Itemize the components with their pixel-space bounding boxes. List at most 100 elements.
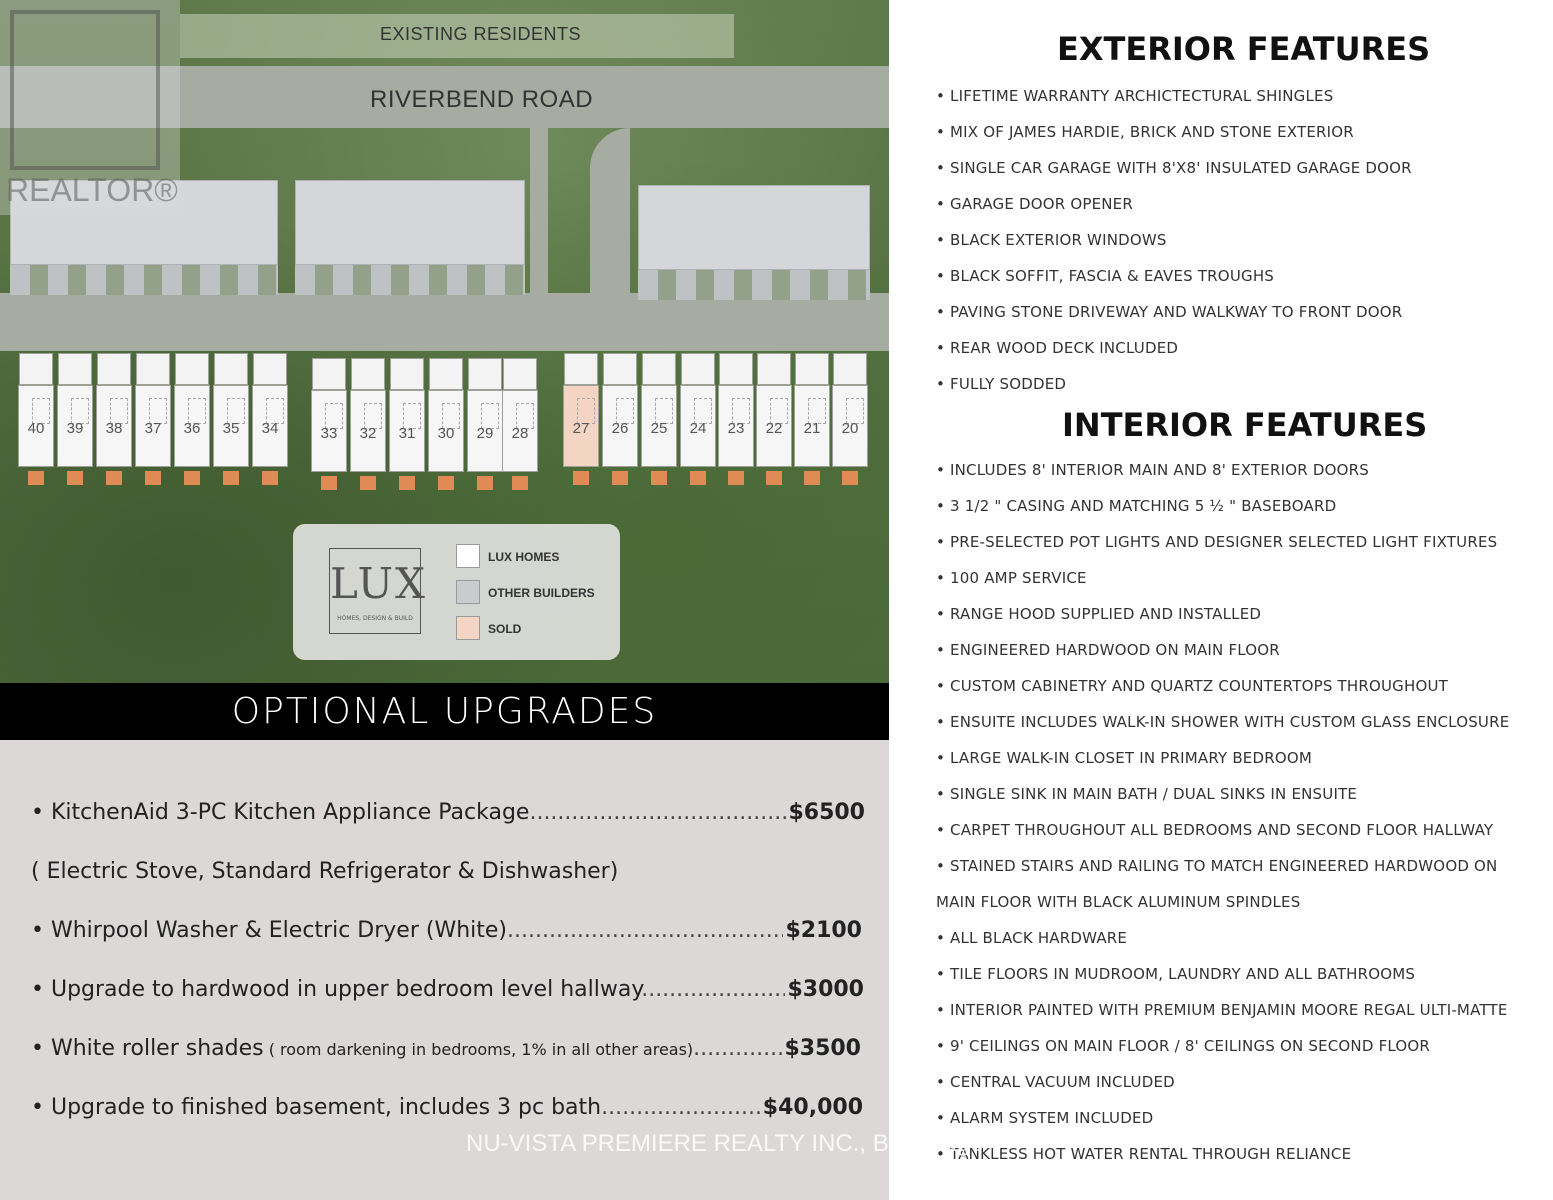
upgrade-item: • KitchenAid 3-PC Kitchen Appliance Pack… [31,800,865,825]
interior-feature-item: • RANGE HOOD SUPPLIED AND INSTALLED [936,605,1262,623]
driveways-north-2 [295,265,525,295]
lot-31[interactable]: 31 [389,390,425,472]
lot-number: 22 [765,420,783,437]
lot-number: 37 [144,420,162,437]
legend-label-other-builders: OTHER BUILDERS [488,586,595,600]
lot-deck [106,471,122,485]
upgrade-text: ( Electric Stove, Standard Refrigerator … [31,859,619,884]
lot-35[interactable]: 35 [213,385,249,467]
upgrade-price: $6500 [786,800,865,825]
lot-28[interactable]: 28 [502,390,538,472]
lot-29[interactable]: 29 [467,390,503,472]
exterior-feature-item: • REAR WOOD DECK INCLUDED [936,339,1179,357]
interior-feature-item: • 3 1/2 " CASING AND MATCHING 5 ½ " BASE… [936,497,1337,515]
lot-32[interactable]: 32 [350,390,386,472]
lot-number: 32 [359,425,377,442]
lot-deck [321,476,337,490]
upgrade-price: $40,000 [760,1095,863,1120]
site-plan-map: 40 39 38 37 36 35 34 33 32 31 30 29 28 27 26 25 24 23 22 21… [0,0,889,683]
interior-feature-item: • STAINED STAIRS AND RAILING TO MATCH EN… [936,857,1498,875]
lot-30[interactable]: 30 [428,390,464,472]
interior-feature-item: • CUSTOM CABINETRY AND QUARTZ COUNTERTOP… [936,677,1449,695]
lot-porch [603,353,637,385]
interior-feature-item: • INCLUDES 8' INTERIOR MAIN AND 8' EXTER… [936,461,1369,479]
lot-number: 25 [650,420,668,437]
interior-feature-item: • ALL BLACK HARDWARE [936,929,1128,947]
upgrade-text: • Whirpool Washer & Electric Dryer (Whit… [31,918,507,943]
lot-number: 20 [841,420,859,437]
lot-38[interactable]: 38 [96,385,132,467]
lot-porch [19,353,53,385]
driveways-north-1 [10,265,278,295]
riverbend-road-label: RIVERBEND ROAD [370,86,594,113]
lot-20[interactable]: 20 [832,385,868,467]
legend-swatch-lux-homes [456,544,480,568]
upgrade-text: • Upgrade to hardwood in upper bedroom l… [31,977,642,1002]
upgrade-dots: ............. [693,1036,785,1061]
lot-37[interactable]: 37 [135,385,171,467]
lot-deck [651,471,667,485]
lot-porch [97,353,131,385]
interior-feature-item: • TANKLESS HOT WATER RENTAL THROUGH RELI… [936,1145,1352,1163]
optional-upgrades-banner: OPTIONAL UPGRADES [0,683,889,740]
upgrade-item: • Upgrade to finished basement, includes… [31,1095,863,1120]
realtor-r-icon [10,10,160,170]
lot-number: 38 [105,420,123,437]
interior-features-title: INTERIOR FEATURES [1062,406,1428,444]
lot-22[interactable]: 22 [756,385,792,467]
lot-27[interactable]: 27 [563,385,599,467]
lot-26[interactable]: 26 [602,385,638,467]
driveways-north-3 [638,270,870,300]
lot-porch [175,353,209,385]
legend-swatch-other-builders [456,580,480,604]
lot-21[interactable]: 21 [794,385,830,467]
realtor-logo: REALTOR® [0,0,180,215]
lot-deck [612,471,628,485]
lot-23[interactable]: 23 [718,385,754,467]
brokerage-watermark: NU-VISTA PREMIERE REALTY INC., Brokerage [466,1130,984,1157]
interior-feature-item: • 9' CEILINGS ON MAIN FLOOR / 8' CEILING… [936,1037,1431,1055]
lot-number: 35 [222,420,240,437]
lot-number: 28 [511,425,529,442]
upgrade-item: • Upgrade to hardwood in upper bedroom l… [31,977,864,1002]
legend-label-lux-homes: LUX HOMES [488,550,560,564]
lot-porch [312,358,346,390]
interior-feature-item: • ENSUITE INCLUDES WALK-IN SHOWER WITH C… [936,713,1510,731]
lot-deck [573,471,589,485]
lot-porch [719,353,753,385]
lot-deck [512,476,528,490]
lot-39[interactable]: 39 [57,385,93,467]
upgrade-price: $2100 [783,918,862,943]
lot-deck [360,476,376,490]
lot-porch [351,358,385,390]
lot-40[interactable]: 40 [18,385,54,467]
interior-feature-item: MAIN FLOOR WITH BLACK ALUMINUM SPINDLES [936,893,1301,911]
lot-number: 24 [689,420,707,437]
interior-feature-item: • INTERIOR PAINTED WITH PREMIUM BENJAMIN… [936,1001,1508,1019]
upgrade-dots: ....................... [641,977,803,1002]
interior-feature-item: • CARPET THROUGHOUT ALL BEDROOMS AND SEC… [936,821,1494,839]
lot-number: 39 [66,420,84,437]
lot-deck [67,471,83,485]
lot-deck [399,476,415,490]
townhouse-block-north-2 [295,180,525,265]
interior-feature-item: • ALARM SYSTEM INCLUDED [936,1109,1154,1127]
legend-label-sold: SOLD [488,622,522,636]
upgrade-item: ( Electric Stove, Standard Refrigerator … [31,859,865,884]
lot-25[interactable]: 25 [641,385,677,467]
lot-number: 31 [398,425,416,442]
upgrade-price: $3500 [782,1036,861,1061]
lot-porch [136,353,170,385]
lot-24[interactable]: 24 [680,385,716,467]
realtor-text: REALTOR® [6,172,178,208]
lot-34[interactable]: 34 [252,385,288,467]
lot-36[interactable]: 36 [174,385,210,467]
upgrade-note: ( room darkening in bedrooms, 1% in all … [263,1040,694,1059]
road-east-curve [590,128,630,303]
interior-feature-item: • ENGINEERED HARDWOOD ON MAIN FLOOR [936,641,1280,659]
lot-33[interactable]: 33 [311,390,347,472]
lot-porch [795,353,829,385]
road-west-curve [530,120,548,300]
lot-deck [804,471,820,485]
lot-porch [214,353,248,385]
